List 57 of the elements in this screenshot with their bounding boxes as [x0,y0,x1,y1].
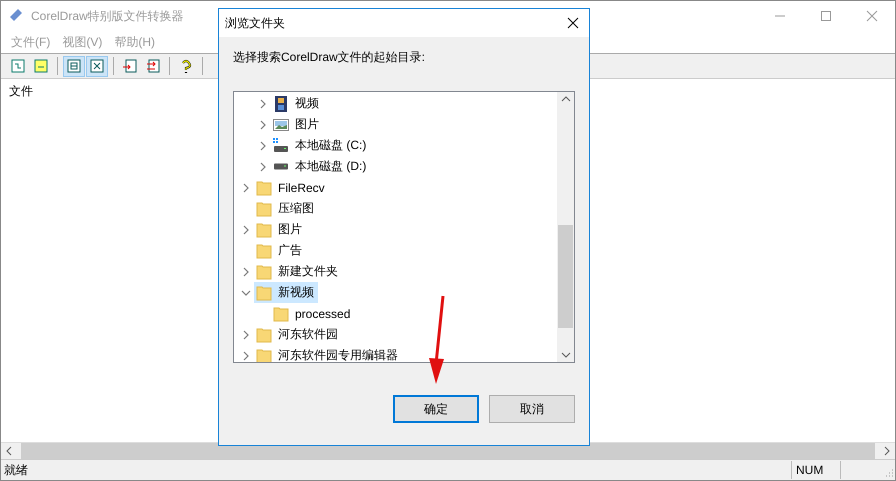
folder-icon [256,180,272,196]
import-arrow-icon [122,58,138,74]
scrollbar-thumb[interactable] [21,443,875,459]
status-text: 就绪 [3,462,29,478]
chevron-right-icon[interactable] [241,224,251,234]
folder-icon [256,200,272,216]
dialog-title: 浏览文件夹 [225,14,285,32]
folder-tree[interactable]: 视频 图片 本地磁盘 (C:) 本地磁盘 (D:) FileRecv 压缩图 图片 广告 新建文件夹 新视频 processed 河东软件园 河东软件园专用编辑器 [233,91,575,363]
chevron-right-icon[interactable] [258,140,268,150]
close-icon[interactable] [567,17,579,29]
folder-tree-item[interactable]: 本地磁盘 (C:) [271,135,370,156]
folder-tree-item[interactable]: 视频 [271,93,323,114]
chevron-right-icon[interactable] [241,330,251,340]
chevron-right-icon[interactable] [241,182,251,192]
folder-icon [273,306,289,322]
chevron-right-icon[interactable] [258,120,268,130]
folder-tree-item[interactable]: 河东软件园专用编辑器 [254,345,402,362]
folder-icon [256,348,272,362]
chevron-right-icon[interactable] [241,350,251,360]
folder-tree-item[interactable]: processed [271,303,354,324]
folder-icon [256,264,272,280]
num-lock-indicator: NUM [791,461,840,479]
chevron-right-icon[interactable] [258,98,268,108]
cancel-button[interactable]: 取消 [489,395,575,423]
folder-tree-item[interactable]: 广告 [254,240,306,261]
cross-box-icon [89,58,105,74]
folder-tree-item[interactable]: 压缩图 [254,198,318,219]
toolbar-button[interactable] [63,56,85,76]
folder-tree-item[interactable]: 图片 [254,219,306,240]
folder-tree-item[interactable]: 河东软件园 [254,324,342,345]
folder-icon [256,222,272,238]
document-icon [33,58,49,74]
ok-button[interactable]: 确定 [393,395,479,423]
window-title: CorelDraw特别版文件转换器 [31,8,184,24]
document-icon [10,58,26,74]
folder-tree-item[interactable]: FileRecv [254,177,329,198]
column-header: 文件 [9,83,33,100]
folder-tree-item[interactable]: 新视频 [254,282,318,303]
prompt-text: 选择搜索CorelDraw文件的起始目录: [233,49,426,66]
folder-icon [256,326,272,342]
folder-tree-item[interactable]: 本地磁盘 (D:) [271,156,370,177]
film-icon [273,96,289,112]
folder-tree-item[interactable]: 图片 [271,114,323,135]
image-icon [273,116,289,132]
scrollbar-thumb[interactable] [558,225,573,328]
chevron-right-icon[interactable] [241,266,251,276]
folder-tree-item[interactable]: 新建文件夹 [254,261,342,282]
app-icon [8,7,24,23]
chevron-down-icon[interactable] [241,288,251,298]
chevron-right-icon[interactable] [258,162,268,172]
grid-icon [66,58,82,74]
folder-icon [256,242,272,258]
folder-icon [256,284,272,300]
drive-icon [273,138,289,154]
drive-icon [273,163,289,170]
toolbar-button[interactable] [86,56,108,76]
convert-arrows-icon [145,58,161,74]
